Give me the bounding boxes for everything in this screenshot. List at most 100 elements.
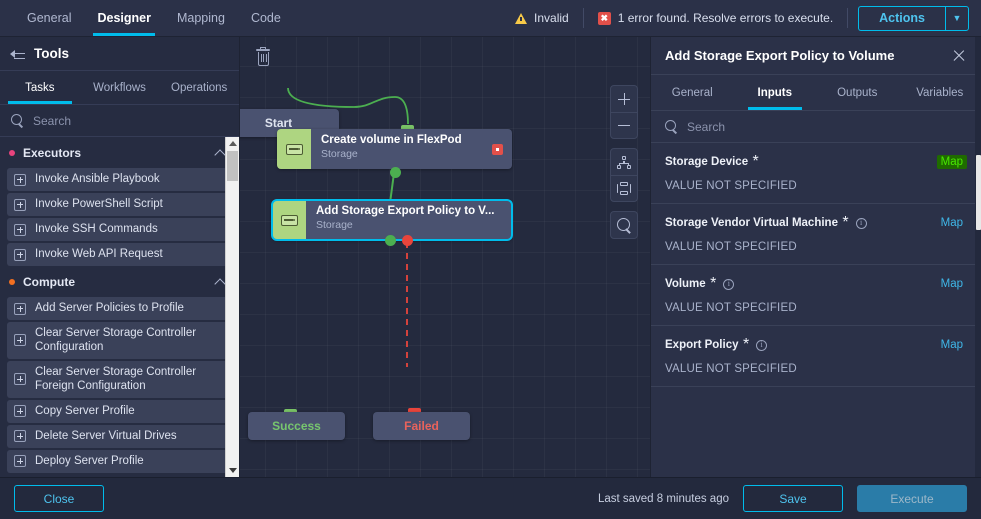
field-volume-value[interactable]: VALUE NOT SPECIFIED — [665, 302, 967, 314]
node-add-storage-export-policy[interactable]: Add Storage Export Policy to V... Storag… — [272, 200, 512, 240]
actions-split-button: Actions ▼ — [858, 6, 969, 31]
storage-icon — [281, 215, 298, 226]
group-dot-icon — [9, 150, 15, 156]
collapse-panel-icon[interactable] — [10, 48, 25, 60]
tab-code[interactable]: Code — [238, 0, 294, 36]
chevron-up-icon — [216, 148, 225, 157]
tool-item[interactable]: Copy Server Profile — [7, 400, 231, 423]
node-error-badge-icon[interactable] — [492, 144, 503, 155]
tab-outputs[interactable]: Outputs — [816, 75, 899, 110]
tool-item[interactable]: Invoke Web API Request — [7, 243, 231, 266]
info-icon[interactable]: i — [856, 218, 867, 229]
group-header-compute[interactable]: Compute — [0, 268, 239, 295]
footer-bar: Close Last saved 8 minutes ago Save Exec… — [0, 477, 981, 519]
tool-item[interactable]: Delete Server Virtual Drives — [7, 425, 231, 448]
map-button-storage-device[interactable]: Map — [937, 155, 967, 169]
required-asterisk: * — [739, 336, 750, 354]
node-failed[interactable]: Failed — [373, 412, 470, 440]
save-button[interactable]: Save — [743, 485, 843, 512]
tab-tasks[interactable]: Tasks — [0, 71, 80, 104]
scroll-down-arrow-icon[interactable] — [226, 464, 239, 477]
group-header-executors[interactable]: Executors — [0, 139, 239, 166]
tool-item-label: Clear Server Storage Controller Configur… — [35, 326, 223, 355]
plus-icon — [14, 405, 26, 417]
tool-item[interactable]: Clear Server Storage Controller Configur… — [7, 322, 231, 359]
required-asterisk: * — [706, 275, 717, 293]
map-button-export-policy[interactable]: Map — [937, 338, 967, 352]
validity-status-label: Invalid — [534, 11, 569, 25]
tab-code-label: Code — [251, 11, 281, 25]
tab-variables[interactable]: Variables — [899, 75, 981, 110]
storage-icon — [286, 144, 303, 155]
tool-item[interactable]: Invoke SSH Commands — [7, 218, 231, 241]
fit-control-group — [610, 211, 638, 239]
tab-workflows[interactable]: Workflows — [80, 71, 160, 104]
node-add-policy-success-port[interactable] — [385, 235, 396, 246]
error-summary-label: 1 error found. Resolve errors to execute… — [618, 11, 833, 25]
tab-mapping[interactable]: Mapping — [164, 0, 238, 36]
tool-item[interactable]: Invoke Ansible Playbook — [7, 168, 231, 191]
scroll-up-arrow-icon[interactable] — [226, 137, 239, 150]
plus-icon — [14, 199, 26, 211]
tool-item[interactable]: Add Server Policies to Profile — [7, 297, 231, 320]
chevron-down-icon[interactable]: ▼ — [945, 6, 969, 31]
tab-designer[interactable]: Designer — [84, 0, 164, 36]
zoom-to-fit-button[interactable] — [611, 212, 637, 238]
trash-icon[interactable] — [255, 49, 271, 67]
tab-general[interactable]: General — [14, 0, 84, 36]
info-icon[interactable]: i — [723, 279, 734, 290]
tools-scrollbar[interactable] — [225, 137, 239, 477]
plus-icon — [14, 303, 26, 315]
tools-list: Executors Invoke Ansible Playbook Invoke… — [0, 137, 239, 477]
inspector-scrollbar[interactable] — [975, 37, 981, 477]
tools-panel-header: Tools — [0, 37, 239, 71]
node-add-policy-failure-port[interactable] — [402, 235, 413, 246]
map-button-storage-vendor-vm[interactable]: Map — [937, 216, 967, 230]
field-storage-vendor-vm-value[interactable]: VALUE NOT SPECIFIED — [665, 241, 967, 253]
info-icon[interactable]: i — [756, 340, 767, 351]
tab-inputs[interactable]: Inputs — [734, 75, 817, 110]
tool-item[interactable]: Invoke PowerShell Script — [7, 193, 231, 216]
tool-item-label: Invoke SSH Commands — [35, 222, 158, 236]
tab-operations[interactable]: Operations — [159, 71, 239, 104]
tools-panel-title: Tools — [34, 46, 69, 61]
field-storage-device-value[interactable]: VALUE NOT SPECIFIED — [665, 180, 967, 192]
tab-general[interactable]: General — [651, 75, 734, 110]
actions-divider — [847, 8, 848, 28]
error-square-icon: ✖ — [598, 12, 611, 25]
node-add-policy-subtitle: Storage — [316, 219, 504, 231]
zoom-in-button[interactable] — [611, 86, 637, 112]
tab-general-label: General — [672, 87, 713, 99]
tab-mapping-label: Mapping — [177, 11, 225, 25]
actions-button[interactable]: Actions — [858, 6, 945, 31]
field-export-policy: Export Policy * i Map VALUE NOT SPECIFIE… — [651, 326, 981, 387]
scrollbar-thumb[interactable] — [227, 151, 238, 181]
tool-item-label: Copy Server Profile — [35, 404, 135, 418]
tool-item-label: Clear Server Storage Controller Foreign … — [35, 365, 223, 394]
workflow-canvas[interactable]: Start Create volume in FlexPod Storage A… — [240, 37, 650, 477]
close-button[interactable]: Close — [14, 485, 104, 512]
node-task-icon — [277, 129, 311, 169]
node-create-volume[interactable]: Create volume in FlexPod Storage — [277, 129, 512, 169]
map-button-volume[interactable]: Map — [937, 277, 967, 291]
tools-search-row[interactable]: Search — [0, 105, 239, 137]
auto-layout-vertical-button[interactable] — [611, 149, 637, 175]
plus-icon — [618, 93, 630, 105]
field-volume-label: Volume — [665, 278, 706, 290]
tool-item[interactable]: Clear Server Storage Controller Foreign … — [7, 361, 231, 398]
execute-button[interactable]: Execute — [857, 485, 967, 512]
tool-item[interactable]: Deploy Server Profile — [7, 450, 231, 473]
auto-layout-horizontal-button[interactable] — [611, 175, 637, 201]
zoom-out-button[interactable] — [611, 112, 637, 138]
hierarchy-layout-icon — [617, 156, 631, 169]
inspector-search-row[interactable]: Search — [651, 111, 981, 143]
node-success[interactable]: Success — [248, 412, 345, 440]
field-export-policy-value[interactable]: VALUE NOT SPECIFIED — [665, 363, 967, 375]
tab-outputs-label: Outputs — [837, 87, 877, 99]
node-create-volume-subtitle: Storage — [321, 148, 484, 160]
node-create-volume-output-port[interactable] — [390, 167, 401, 178]
group-dot-icon — [9, 279, 15, 285]
top-bar-status-area: Invalid ✖ 1 error found. Resolve errors … — [501, 0, 981, 36]
close-icon[interactable] — [951, 48, 967, 64]
scrollbar-thumb[interactable] — [976, 155, 981, 230]
